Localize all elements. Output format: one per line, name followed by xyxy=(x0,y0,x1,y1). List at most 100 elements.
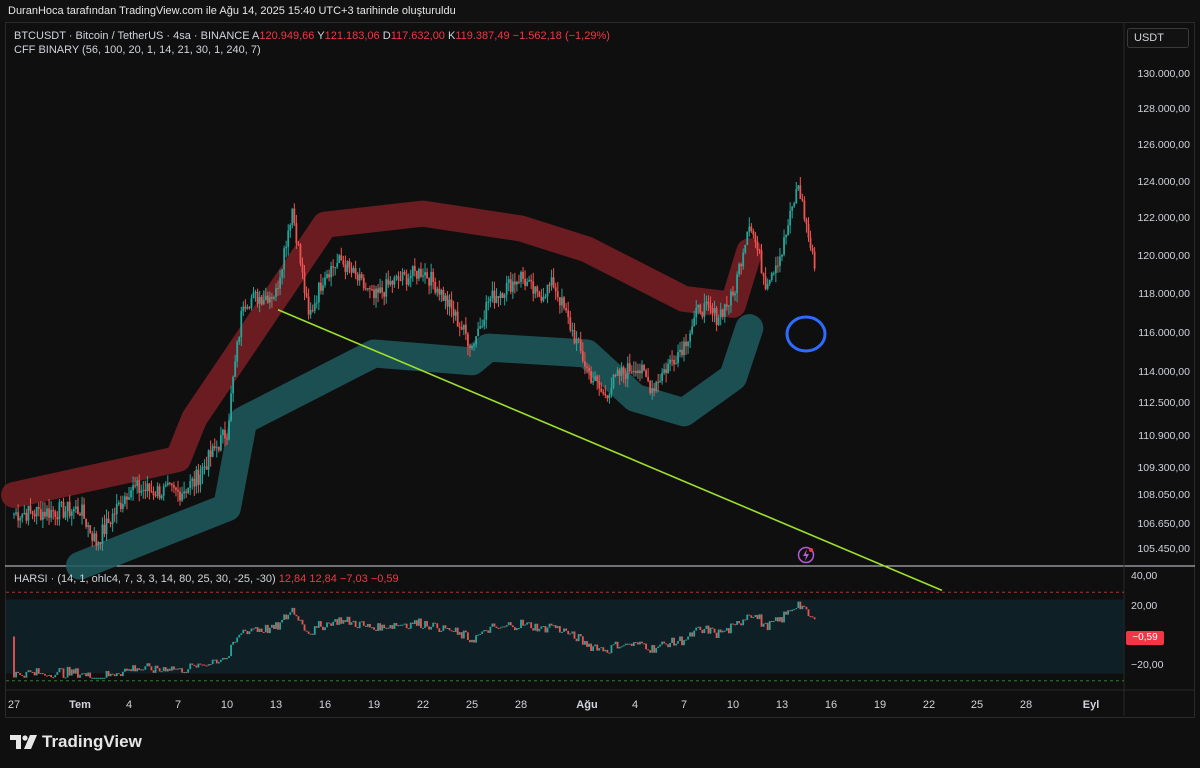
candle-body xyxy=(317,282,320,303)
candle-body xyxy=(667,363,669,373)
harsi-candle xyxy=(699,626,702,630)
candle-body xyxy=(342,260,345,265)
candle-body xyxy=(41,511,44,520)
candle-body xyxy=(311,310,314,312)
candle-body xyxy=(432,271,435,282)
candle-body xyxy=(360,274,363,278)
harsi-candle xyxy=(74,668,77,674)
harsi-candle xyxy=(238,634,241,638)
candle-body xyxy=(602,391,605,394)
candle-body xyxy=(709,305,712,309)
candle-body xyxy=(23,512,26,515)
candle-body xyxy=(542,296,545,301)
harsi-candle xyxy=(569,633,572,635)
harsi-candle xyxy=(379,623,382,631)
harsi-candle xyxy=(31,671,34,673)
symbol-title[interactable]: BTCUSDT · Bitcoin / TetherUS · 4sa · BIN… xyxy=(14,30,250,42)
harsi-candle xyxy=(481,631,484,634)
candle-body xyxy=(469,345,471,349)
harsi-indicator-legend[interactable]: HARSI · (14, 1, ohlc4, 7, 3, 3, 14, 80, … xyxy=(14,573,399,585)
candle-body xyxy=(54,511,57,518)
candle-body xyxy=(121,503,124,510)
harsi-candle xyxy=(271,624,273,628)
candle-body xyxy=(695,307,698,318)
symbol-legend[interactable]: BTCUSDT · Bitcoin / TetherUS · 4sa · BIN… xyxy=(14,30,610,42)
candle-body xyxy=(150,491,153,493)
harsi-candle xyxy=(17,671,20,674)
harsi-candle xyxy=(128,669,130,671)
harsi-candle xyxy=(777,617,779,622)
harsi-candle xyxy=(64,677,67,679)
harsi-candle xyxy=(799,601,802,610)
harsi-candle xyxy=(366,623,369,627)
candle-body xyxy=(711,308,714,313)
harsi-candle xyxy=(156,665,159,669)
harsi-candle xyxy=(215,659,218,664)
harsi-candle xyxy=(711,627,714,629)
candle-body xyxy=(415,270,418,279)
harsi-candle xyxy=(187,669,190,673)
candle-body xyxy=(744,244,747,253)
harsi-label[interactable]: HARSI · (14, 1, ohlc4, 7, 3, 3, 14, 80, … xyxy=(14,573,276,585)
candle-body xyxy=(46,508,48,517)
harsi-candle xyxy=(630,643,633,646)
harsi-candle xyxy=(565,628,568,631)
candle-body xyxy=(211,446,214,457)
candle-body xyxy=(136,480,139,487)
candle-body xyxy=(340,255,343,261)
candle-body xyxy=(262,299,265,305)
price-tick-label: 106.650,00 xyxy=(1137,518,1190,530)
candle-body xyxy=(264,295,267,300)
candle-body xyxy=(600,388,603,392)
harsi-candle xyxy=(689,632,692,637)
harsi-candle xyxy=(117,673,120,675)
candle-body xyxy=(807,223,810,238)
harsi-candle xyxy=(262,632,265,634)
harsi-candle xyxy=(411,622,414,625)
candle-body xyxy=(513,281,516,285)
candle-body xyxy=(740,264,743,267)
cff-band-layer xyxy=(1,200,764,580)
harsi-candle xyxy=(643,643,645,645)
candle-body xyxy=(197,469,200,485)
candle-body xyxy=(338,255,341,263)
candle-body xyxy=(309,310,312,315)
candle-body xyxy=(352,268,355,273)
candle-body xyxy=(295,222,298,244)
candle-body xyxy=(669,359,671,364)
harsi-candle xyxy=(148,663,151,667)
harsi-candle xyxy=(752,616,755,618)
lightning-alert-icon[interactable] xyxy=(797,546,815,564)
harsi-candle xyxy=(675,643,677,646)
candle-body xyxy=(399,280,402,282)
harsi-candle xyxy=(489,626,492,633)
candle-body xyxy=(592,380,595,383)
harsi-candle xyxy=(586,640,588,647)
harsi-candle xyxy=(561,631,563,633)
cff-indicator-legend[interactable]: CFF BINARY (56, 100, 20, 1, 14, 21, 30, … xyxy=(14,44,261,56)
candle-body xyxy=(77,506,79,514)
candle-body xyxy=(612,374,615,388)
harsi-candle xyxy=(60,668,63,670)
candle-body xyxy=(389,280,392,285)
candle-body xyxy=(779,256,781,266)
harsi-candle xyxy=(242,629,245,634)
harsi-candle xyxy=(781,617,783,623)
harsi-candle xyxy=(250,628,253,632)
tradingview-brand[interactable]: TradingView xyxy=(10,732,142,752)
harsi-candle xyxy=(813,617,816,620)
currency-selector[interactable]: USDT xyxy=(1127,28,1189,48)
harsi-candle xyxy=(522,619,524,626)
time-tick-label: 10 xyxy=(726,699,740,711)
harsi-candle xyxy=(584,640,586,645)
harsi-candle xyxy=(681,636,683,646)
candle-body xyxy=(561,297,563,306)
harsi-candle xyxy=(197,663,200,668)
harsi-candle xyxy=(764,622,767,624)
time-tick-label: 4 xyxy=(631,699,639,711)
candle-body xyxy=(97,542,100,546)
candle-body xyxy=(471,345,473,349)
candle-body xyxy=(173,485,175,488)
candle-body xyxy=(677,352,679,364)
chart-svg[interactable] xyxy=(0,0,1200,768)
